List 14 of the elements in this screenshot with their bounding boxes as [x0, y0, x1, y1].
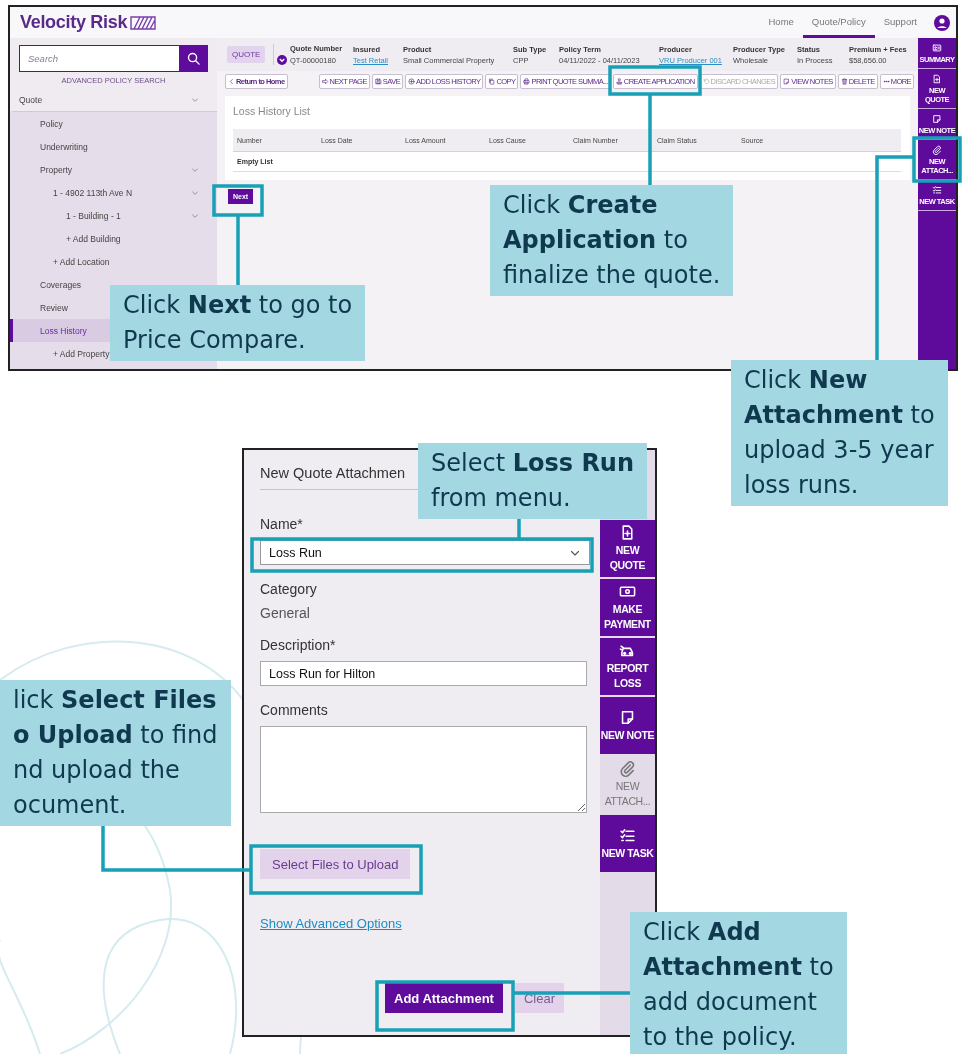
- category-value: General: [260, 605, 310, 621]
- field-label: Comments: [260, 702, 328, 718]
- card-title: Loss History List: [233, 105, 312, 117]
- logo-text: Velocity Risk: [20, 12, 128, 33]
- instruction-tooltip: Click Next to go to Price Compare.: [110, 285, 366, 361]
- field-label: Name*: [260, 516, 303, 532]
- instruction-tooltip: lick Select Files o Upload to find nd upload the ocument.: [0, 680, 231, 826]
- quote-badge: QUOTE: [227, 46, 266, 63]
- field-label: Description*: [260, 637, 336, 653]
- instruction-tooltip: Select Loss Run from menu.: [418, 443, 648, 519]
- instruction-tooltip: Click Create Application to finalize the quote.: [490, 185, 734, 296]
- instruction-tooltip: Click New Attachment to upload 3-5 year loss runs.: [731, 360, 948, 506]
- field-label: Category: [260, 581, 317, 597]
- instruction-tooltip: Click Add Attachment to add document to the policy.: [630, 912, 847, 1054]
